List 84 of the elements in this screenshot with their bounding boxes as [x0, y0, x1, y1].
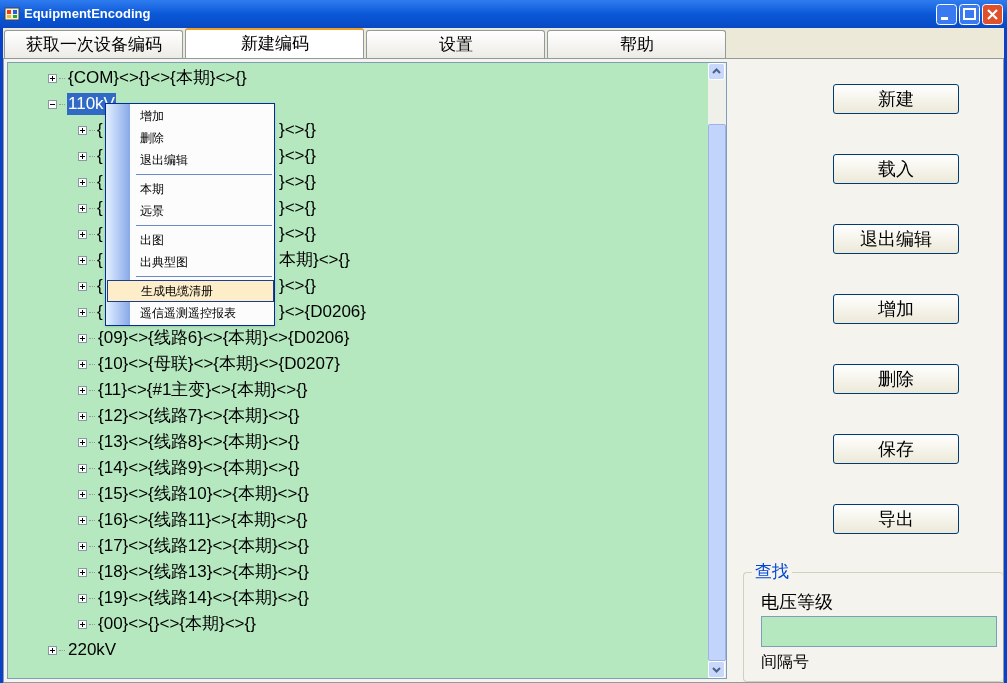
expand-icon[interactable] — [78, 203, 87, 213]
tab[interactable]: 获取一次设备编码 — [4, 30, 183, 58]
field-label: 电压等级 — [761, 591, 833, 613]
menu-item[interactable]: 出图 — [106, 229, 274, 251]
field-label: 间隔号 — [761, 653, 809, 671]
expand-icon[interactable] — [78, 359, 87, 369]
expand-icon[interactable] — [78, 437, 87, 447]
tree-node[interactable]: {14}<>{线路9}<>{本期}<>{} — [97, 457, 301, 479]
expand-icon[interactable] — [48, 73, 57, 83]
tree-node[interactable]: { — [97, 171, 103, 193]
menu-item[interactable]: 退出编辑 — [106, 149, 274, 171]
action-button[interactable]: 删除 — [833, 364, 959, 394]
expand-icon[interactable] — [78, 151, 87, 161]
expand-icon[interactable] — [78, 619, 87, 629]
expand-icon[interactable] — [78, 385, 87, 395]
tree-node[interactable]: {17}<>{线路12}<>{本期}<>{} — [97, 535, 310, 557]
tree-node[interactable]: {COM}<>{}<>{本期}<>{} — [67, 67, 248, 89]
scroll-down-icon[interactable] — [708, 661, 725, 678]
window-title: EquipmentEncoding — [24, 5, 151, 24]
input-field[interactable] — [761, 616, 997, 647]
action-button[interactable]: 保存 — [833, 434, 959, 464]
minimize-icon[interactable] — [936, 3, 957, 25]
expand-icon[interactable] — [78, 307, 87, 317]
expand-icon[interactable] — [78, 489, 87, 499]
tree-node[interactable]: { — [97, 197, 103, 219]
tree-node[interactable]: { — [97, 145, 103, 167]
app-icon — [4, 6, 20, 22]
tree-node[interactable]: {11}<>{#1主变}<>{本期}<>{} — [97, 379, 309, 401]
menu-item[interactable]: 本期 — [106, 178, 274, 200]
maximize-icon[interactable] — [959, 3, 980, 25]
expand-icon[interactable] — [78, 333, 87, 343]
menu-item[interactable]: 生成电缆清册 — [107, 280, 274, 302]
tree-node[interactable]: }<>{} — [279, 197, 316, 219]
tree-node[interactable]: {13}<>{线路8}<>{本期}<>{} — [97, 431, 301, 453]
tree-node[interactable]: { — [97, 249, 103, 271]
tab[interactable]: 帮助 — [547, 30, 726, 58]
action-button[interactable]: 退出编辑 — [833, 224, 959, 254]
tree-node[interactable]: {10}<>{母联}<>{本期}<>{D0207} — [97, 353, 341, 375]
expand-icon[interactable] — [78, 125, 87, 135]
tree-node[interactable]: }<>{} — [279, 275, 316, 297]
action-button[interactable]: 载入 — [833, 154, 959, 184]
menu-item[interactable]: 遥信遥测遥控报表 — [106, 302, 274, 324]
expand-icon[interactable] — [78, 177, 87, 187]
expand-icon[interactable] — [78, 229, 87, 239]
tree-node[interactable]: }<>{D0206} — [279, 301, 366, 323]
expand-icon[interactable] — [48, 645, 57, 655]
expand-icon[interactable] — [78, 593, 87, 603]
tab[interactable]: 新建编码 — [185, 28, 364, 58]
tree-node[interactable]: {00}<>{}<>{本期}<>{} — [97, 613, 257, 635]
tree-node[interactable]: }<>{} — [279, 171, 316, 193]
close-icon[interactable] — [982, 3, 1003, 25]
action-button[interactable]: 新建 — [833, 84, 959, 114]
collapse-icon[interactable] — [48, 99, 57, 109]
expand-icon[interactable] — [78, 463, 87, 473]
tree-node[interactable]: 220kV — [67, 639, 118, 661]
expand-icon[interactable] — [78, 567, 87, 577]
tree-node[interactable]: }<>{} — [279, 145, 316, 167]
tree-node[interactable]: }<>{} — [279, 119, 316, 141]
expand-icon[interactable] — [78, 515, 87, 525]
tree-node[interactable]: {15}<>{线路10}<>{本期}<>{} — [97, 483, 310, 505]
tree-node[interactable]: { — [97, 301, 103, 323]
tree-node[interactable]: }<>{} — [279, 223, 316, 245]
tree-node[interactable]: {16}<>{线路11}<>{本期}<>{} — [97, 509, 309, 531]
group-title: 查找 — [752, 562, 792, 582]
tree-node[interactable]: {19}<>{线路14}<>{本期}<>{} — [97, 587, 310, 609]
tab[interactable]: 设置 — [366, 30, 545, 58]
action-button[interactable]: 增加 — [833, 294, 959, 324]
tree-node[interactable]: 本期}<>{} — [279, 249, 350, 271]
tree-node[interactable]: { — [97, 119, 103, 141]
tree-node[interactable]: { — [97, 275, 103, 297]
tree-node[interactable]: {18}<>{线路13}<>{本期}<>{} — [97, 561, 310, 583]
menu-item[interactable]: 出典型图 — [106, 251, 274, 273]
tree-node[interactable]: { — [97, 223, 103, 245]
scroll-up-icon[interactable] — [708, 63, 725, 80]
expand-icon[interactable] — [78, 411, 87, 421]
expand-icon[interactable] — [78, 541, 87, 551]
expand-icon[interactable] — [78, 281, 87, 291]
menu-item[interactable]: 远景 — [106, 200, 274, 222]
expand-icon[interactable] — [78, 255, 87, 265]
action-button[interactable]: 导出 — [833, 504, 959, 534]
tree-node[interactable]: {12}<>{线路7}<>{本期}<>{} — [97, 405, 301, 427]
menu-item[interactable]: 删除 — [106, 127, 274, 149]
scrollbar[interactable] — [708, 63, 726, 678]
tree-node[interactable]: {09}<>{线路6}<>{本期}<>{D0206} — [97, 327, 351, 349]
